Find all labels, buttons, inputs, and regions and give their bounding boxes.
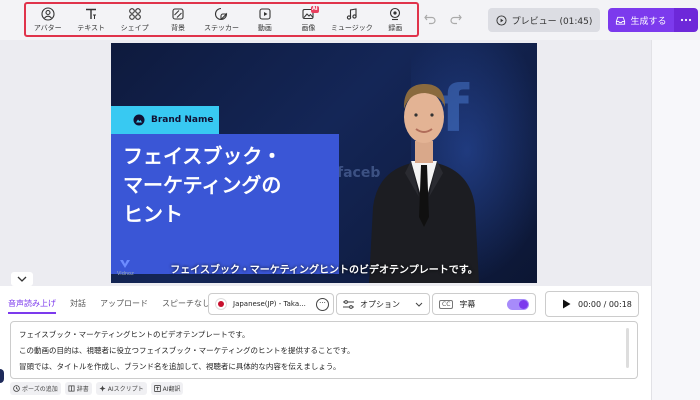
shape-icon bbox=[128, 7, 141, 20]
record-icon bbox=[390, 7, 401, 20]
inbox-icon bbox=[616, 16, 626, 25]
dictionary-button[interactable]: 辞書 bbox=[64, 382, 92, 395]
tool-label: テキスト bbox=[77, 23, 106, 32]
avatar-icon bbox=[41, 6, 55, 21]
video-icon bbox=[259, 7, 271, 20]
title-line: ヒント bbox=[123, 202, 183, 226]
tool-sticker[interactable]: ステッカー bbox=[200, 4, 243, 35]
chip-label: 辞書 bbox=[76, 386, 89, 393]
playback-time: 00:00 / 00:18 bbox=[578, 299, 632, 309]
tool-record[interactable]: 録画 bbox=[374, 4, 417, 35]
brand-name-tag[interactable]: Brand Name bbox=[111, 106, 219, 134]
ai-translate-button[interactable]: AI翻訳 bbox=[150, 382, 184, 395]
chip-label: AI翻訳 bbox=[162, 386, 181, 393]
chevron-down-icon bbox=[17, 276, 27, 282]
voice-selector[interactable]: Japanese(JP) - Taka... ··· bbox=[208, 293, 334, 315]
tool-label: ミュージック bbox=[330, 23, 373, 32]
closed-caption-icon: CC bbox=[439, 299, 454, 309]
more-dots-icon bbox=[680, 18, 692, 22]
title-line: フェイスブック・ bbox=[123, 144, 282, 168]
top-toolbar: アバター テキスト シェイプ 背景 ステッカー 動画 AI 画像 ミュージック … bbox=[0, 0, 700, 40]
script-line: フェイスブック・マーケティングヒントのビデオテンプレートです。 bbox=[19, 330, 250, 339]
title-line: マーケティングの bbox=[123, 173, 282, 197]
script-editor-panel: 音声読み上げ 対話 アップロード スピーチなし Japanese(JP) - T… bbox=[0, 286, 651, 400]
right-panel bbox=[651, 40, 700, 400]
background-icon bbox=[172, 7, 184, 20]
tool-label: ステッカー bbox=[203, 23, 239, 32]
generate-label: 生成する bbox=[630, 16, 667, 27]
tool-avatar[interactable]: アバター bbox=[26, 4, 69, 35]
chip-label: ポーズの追加 bbox=[22, 386, 58, 393]
voice-more-icon[interactable]: ··· bbox=[316, 298, 329, 311]
voice-label: Japanese(JP) - Taka... bbox=[233, 300, 306, 308]
tool-label: 録画 bbox=[388, 23, 403, 32]
tool-shape[interactable]: シェイプ bbox=[113, 4, 156, 35]
tab-no-speech[interactable]: スピーチなし bbox=[162, 286, 210, 320]
japan-flag-icon bbox=[215, 298, 227, 310]
script-tools: ポーズの追加 辞書 AIスクリプト AI翻訳 bbox=[10, 382, 184, 395]
title-text-box[interactable]: フェイスブック・ マーケティングの ヒント bbox=[111, 134, 339, 274]
subtitle-caption: フェイスブック・マーケティングヒントのビデオテンプレートです。 bbox=[170, 265, 478, 276]
add-pause-button[interactable]: ポーズの追加 bbox=[10, 382, 61, 395]
brand-name-label: Brand Name bbox=[151, 115, 214, 125]
music-icon bbox=[346, 7, 357, 20]
history-controls bbox=[423, 11, 463, 25]
generate-button[interactable]: 生成する bbox=[608, 8, 674, 32]
chevron-down-icon bbox=[415, 302, 423, 307]
collapse-panel-button[interactable] bbox=[11, 272, 33, 286]
tool-image[interactable]: AI 画像 bbox=[287, 4, 330, 35]
play-icon[interactable] bbox=[562, 299, 571, 309]
subtitle-toggle[interactable] bbox=[507, 298, 529, 310]
script-textarea[interactable]: フェイスブック・マーケティングヒントのビデオテンプレートです。 この動画の目的は… bbox=[10, 321, 638, 379]
script-line: この動画の目的は、視聴者に役立つフェイスブック・マーケティングのヒントを提供する… bbox=[19, 346, 355, 355]
tool-label: 背景 bbox=[171, 23, 186, 32]
sparkle-icon bbox=[99, 385, 106, 392]
ai-script-button[interactable]: AIスクリプト bbox=[95, 382, 147, 395]
script-scrollbar[interactable] bbox=[626, 328, 629, 368]
tool-text[interactable]: テキスト bbox=[69, 4, 112, 35]
text-icon bbox=[86, 8, 97, 19]
voice-source-tabs: 音声読み上げ 対話 アップロード スピーチなし bbox=[0, 286, 216, 320]
subtitle-label: 字幕 bbox=[459, 299, 476, 309]
tool-label: シェイプ bbox=[120, 23, 149, 32]
tool-video[interactable]: 動画 bbox=[243, 4, 286, 35]
preview-button[interactable]: プレビュー (01:45) bbox=[488, 8, 600, 32]
video-canvas[interactable]: f faceb Brand Name フェイスブック・ マーケティングの ヒント… bbox=[111, 43, 537, 283]
clock-icon bbox=[13, 385, 20, 392]
subtitle-setting: CC 字幕 bbox=[432, 293, 536, 315]
script-line: 冒頭では、タイトルを作成し、ブランド名を追加して、視聴者に具体的な内容を伝えまし… bbox=[19, 362, 341, 371]
play-circle-icon bbox=[496, 14, 507, 26]
sliders-icon bbox=[343, 299, 354, 309]
tool-label: 画像 bbox=[301, 23, 316, 32]
more-options-button[interactable] bbox=[674, 8, 698, 32]
image-placeholder-icon bbox=[133, 114, 145, 126]
insert-tools-group: アバター テキスト シェイプ 背景 ステッカー 動画 AI 画像 ミュージック … bbox=[24, 2, 419, 37]
tab-text-to-speech[interactable]: 音声読み上げ bbox=[8, 286, 56, 320]
preview-label: プレビュー (01:45) bbox=[511, 16, 593, 27]
translate-icon bbox=[153, 385, 161, 392]
tool-label: 動画 bbox=[257, 23, 272, 32]
audio-preview-player[interactable]: 00:00 / 00:18 bbox=[545, 291, 639, 317]
undo-icon[interactable] bbox=[423, 11, 437, 25]
options-label: オプション bbox=[360, 299, 400, 309]
book-icon bbox=[68, 385, 75, 392]
ai-badge: AI bbox=[310, 6, 319, 13]
tool-label: アバター bbox=[33, 23, 62, 32]
options-dropdown[interactable]: オプション bbox=[336, 293, 430, 315]
tool-background[interactable]: 背景 bbox=[156, 4, 199, 35]
tool-music[interactable]: ミュージック bbox=[330, 4, 373, 35]
tab-dialogue[interactable]: 対話 bbox=[70, 286, 86, 320]
tab-upload[interactable]: アップロード bbox=[100, 286, 148, 320]
chip-label: AIスクリプト bbox=[107, 386, 144, 393]
side-handle[interactable] bbox=[0, 369, 4, 383]
redo-icon[interactable] bbox=[449, 11, 463, 25]
sticker-icon bbox=[215, 7, 228, 20]
presenter-avatar[interactable] bbox=[359, 57, 489, 283]
